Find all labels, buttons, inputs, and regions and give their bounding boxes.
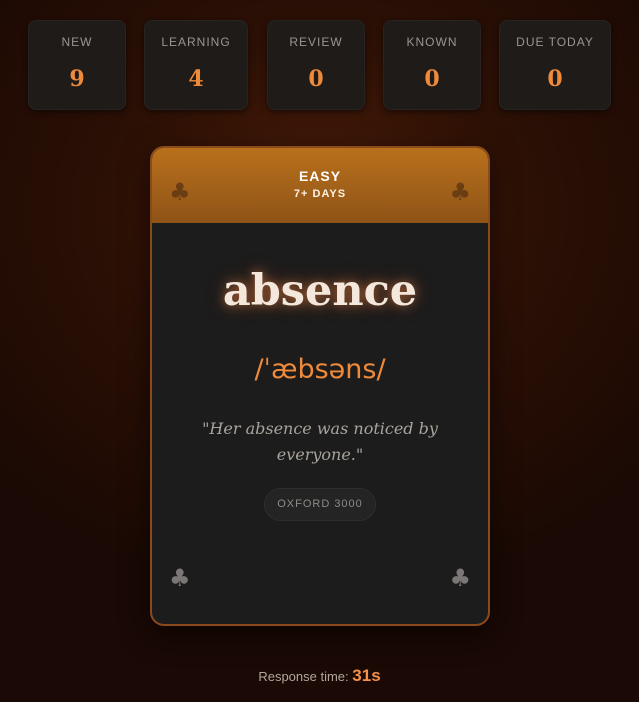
stat-value: 0	[424, 66, 440, 92]
stat-value: 4	[188, 66, 204, 92]
club-icon: ♣	[169, 564, 191, 592]
response-time-value: 31s	[352, 666, 381, 685]
stat-due-today: DUE TODAY 0	[499, 20, 611, 110]
response-time: Response time: 31s	[0, 666, 639, 686]
stat-value: 0	[308, 66, 324, 92]
stat-learning: LEARNING 4	[144, 20, 248, 110]
stat-label: REVIEW	[289, 35, 343, 49]
club-icon: ♣	[449, 564, 471, 592]
club-icon: ♣	[449, 178, 471, 206]
stat-label: NEW	[61, 35, 93, 49]
card-example: "Her absence was noticed by everyone."	[202, 419, 438, 464]
interval-label: 7+ DAYS	[293, 188, 347, 200]
card-pronunciation: /ˈæbsəns/	[254, 354, 386, 385]
stat-review: REVIEW 0	[267, 20, 365, 110]
stat-known: KNOWN 0	[383, 20, 481, 110]
difficulty-banner: ♣ EASY 7+ DAYS ♣	[152, 148, 488, 223]
flashcard[interactable]: ♣ EASY 7+ DAYS ♣ absence /ˈæbsəns/ "Her …	[150, 146, 490, 626]
word-list-tag: OXFORD 3000	[264, 488, 376, 521]
difficulty-label: EASY	[298, 168, 342, 184]
response-time-label: Response time:	[258, 669, 349, 684]
stat-value: 9	[69, 66, 85, 92]
stat-label: DUE TODAY	[516, 35, 594, 49]
card-word: absence	[222, 266, 418, 316]
stat-label: KNOWN	[406, 35, 458, 49]
stat-value: 0	[547, 66, 563, 92]
stat-label: LEARNING	[161, 35, 231, 49]
stat-new: NEW 9	[28, 20, 126, 110]
